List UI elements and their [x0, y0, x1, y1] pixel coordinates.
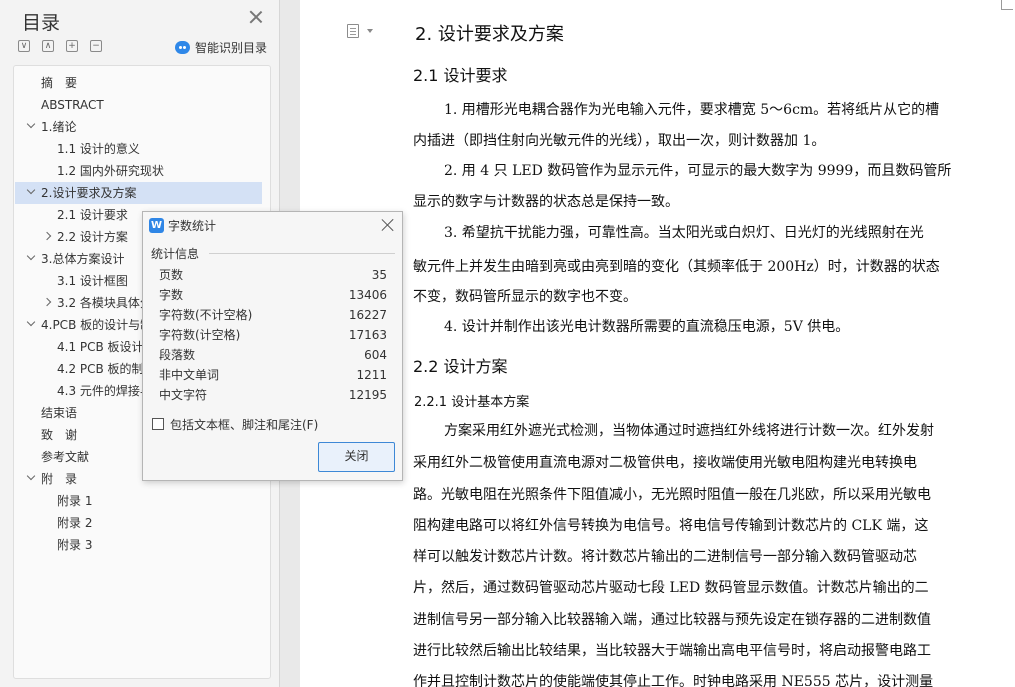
chevron-down-icon[interactable]: [26, 185, 36, 195]
stat-row: 字符数(计空格) 17163: [159, 325, 387, 345]
divider: [209, 253, 395, 254]
stat-row: 段落数 604: [159, 345, 387, 365]
robot-icon: [175, 41, 190, 54]
toc-title: 目录: [22, 12, 61, 34]
toc-item[interactable]: 1.绪论: [15, 116, 269, 138]
app-icon: W: [149, 218, 164, 233]
toc-item-label: 1.2 国内外研究现状: [57, 164, 164, 178]
stats-heading: 统计信息: [151, 247, 200, 261]
toc-item-label: 附录 2: [57, 516, 93, 530]
collapse-all-icon[interactable]: ∨: [18, 40, 30, 52]
stat-row: 中文字符 12195: [159, 385, 387, 405]
stat-row: 非中文单词 1211: [159, 365, 387, 385]
toc-item-label: 附录 3: [57, 538, 93, 552]
paragraph-line: 4. 设计并制作出该光电计数器所需要的直流稳压电源，5V 供电。: [444, 319, 850, 335]
paragraph-line: 样可以触发计数芯片计数。将计数芯片输出的二进制信号一部分输入数码管驱动芯: [413, 549, 917, 565]
chevron-right-icon[interactable]: [42, 231, 52, 241]
stat-label: 字符数(不计空格): [159, 308, 253, 322]
toc-item-label: ABSTRACT: [41, 98, 104, 112]
heading: 2.2 设计方案: [413, 357, 508, 376]
toc-item-label: 2.1 设计要求: [57, 208, 128, 222]
stat-value: 1211: [356, 368, 387, 382]
paragraph-line: 路。光敏电阻在光照条件下阻值减小，无光照时阻值一般在几兆欧，所以采用光敏电: [413, 487, 931, 503]
paragraph-line: 采用红外二极管使用直流电源对二极管供电，接收端使用光敏电阻构建光电转换电: [413, 455, 917, 471]
toc-item-label: 附录 1: [57, 494, 93, 508]
page-corner-mark: [1001, 0, 1013, 10]
stat-value: 17163: [348, 328, 387, 342]
add-heading-icon[interactable]: +: [66, 40, 78, 52]
stat-value: 604: [364, 348, 387, 362]
toc-item-label: 3.总体方案设计: [41, 252, 125, 266]
include-notes-label: 包括文本框、脚注和尾注(F): [170, 417, 319, 432]
toc-item-label: 4.1 PCB 板设计: [57, 340, 144, 354]
paragraph-line: 显示的数字与计数器的状态总是保持一致。: [413, 194, 679, 210]
toc-item-label: 2.2 设计方案: [57, 230, 128, 244]
chevron-down-icon[interactable]: [26, 251, 36, 261]
toc-item-label: 1.绪论: [41, 120, 77, 134]
paragraph-line: 进行比较然后输出比较结果，当比较器大于端输出高电平信号时，将启动报警电路工: [413, 643, 931, 659]
paragraph-line: 阻构建电路可以将红外信号转换为电信号。将电信号传输到计数芯片的 CLK 端，这: [413, 518, 929, 534]
paragraph-line: 1. 用槽形光电耦合器作为光电输入元件，要求槽宽 5～6cm。若将纸片从它的槽: [444, 102, 940, 118]
toc-item[interactable]: 2.设计要求及方案: [15, 182, 262, 204]
stat-label: 段落数: [159, 348, 196, 362]
smart-toc-label: 智能识别目录: [195, 41, 268, 55]
word-count-dialog: W 字数统计 统计信息 页数 35 字数 13406 字符数(不计空格) 16227 字符数…: [142, 211, 403, 481]
toc-item-label: 附 录: [41, 472, 78, 486]
toc-item[interactable]: 1.1 设计的意义: [15, 138, 269, 160]
chevron-down-icon[interactable]: [26, 317, 36, 327]
chevron-right-icon[interactable]: [42, 297, 52, 307]
stat-label: 字符数(计空格): [159, 328, 241, 342]
toc-item[interactable]: 附录 2: [15, 512, 269, 534]
document-icon[interactable]: [347, 24, 359, 38]
expand-all-icon[interactable]: ∧: [42, 40, 54, 52]
stat-label: 字数: [159, 288, 184, 302]
stat-label: 中文字符: [159, 388, 208, 402]
close-button[interactable]: 关闭: [318, 442, 395, 472]
stat-value: 12195: [348, 388, 387, 402]
dialog-title: 字数统计: [168, 219, 217, 233]
chevron-down-icon[interactable]: [26, 471, 36, 481]
paragraph-line: 2. 用 4 只 LED 数码管作为显示元件，可显示的最大数字为 9999，而且…: [444, 163, 952, 179]
close-icon[interactable]: [249, 10, 263, 24]
close-icon[interactable]: [381, 218, 395, 232]
smart-toc-button[interactable]: 智能识别目录: [175, 39, 267, 56]
chevron-down-icon[interactable]: [26, 119, 36, 129]
include-notes-checkbox[interactable]: [152, 418, 164, 430]
toc-item[interactable]: 摘 要: [15, 72, 269, 94]
paragraph-line: 片，然后，通过数码管驱动芯片驱动七段 LED 数码管显示数值。计数芯片输出的二: [413, 580, 929, 596]
heading: 2.1 设计要求: [413, 66, 508, 85]
stat-value: 35: [371, 268, 387, 282]
stat-row: 字数 13406: [159, 285, 387, 305]
heading: 2. 设计要求及方案: [415, 24, 564, 45]
paragraph-line: 3. 希望抗干扰能力强，可靠性高。当太阳光或白炽灯、日光灯的光线照射在光: [444, 225, 924, 241]
stat-row: 页数 35: [159, 265, 387, 285]
heading: 2.2.1 设计基本方案: [414, 395, 530, 410]
toc-item-label: 摘 要: [41, 76, 78, 90]
toc-item[interactable]: ABSTRACT: [15, 94, 269, 116]
paragraph-line: 方案采用红外遮光式检测，当物体通过时遮挡红外线将进行计数一次。红外发射: [444, 423, 934, 439]
toc-item-label: 2.设计要求及方案: [41, 186, 137, 200]
chevron-down-icon[interactable]: [367, 29, 373, 33]
toc-item[interactable]: 1.2 国内外研究现状: [15, 160, 269, 182]
toc-item-label: 4.2 PCB 板的制作: [57, 362, 156, 376]
toc-item-label: 结束语: [41, 406, 78, 420]
remove-heading-icon[interactable]: −: [90, 40, 102, 52]
toc-item-label: 参考文献: [41, 450, 90, 464]
toc-item-label: 致 谢: [41, 428, 78, 442]
toc-item[interactable]: 附录 1: [15, 490, 269, 512]
toc-item[interactable]: 附录 3: [15, 534, 269, 556]
paragraph-line: 进制信号另一部分输入比较器输入端，通过比较器与预先设定在锁存器的二进制数值: [413, 612, 931, 628]
toc-item-label: 3.1 设计框图: [57, 274, 128, 288]
paragraph-line: 内插进（即挡住射向光敏元件的光线），取出一次，则计数器加 1。: [413, 133, 826, 149]
stat-row: 字符数(不计空格) 16227: [159, 305, 387, 325]
paragraph-line: 敏元件上并发生由暗到亮或由亮到暗的变化（其频率低于 200Hz）时，计数器的状态: [413, 259, 940, 275]
paragraph-line: 不变，数码管所显示的数字也不变。: [413, 289, 637, 305]
stat-value: 16227: [348, 308, 387, 322]
stat-label: 页数: [159, 268, 184, 282]
stat-label: 非中文单词: [159, 368, 220, 382]
paragraph-line: 作并且控制计数芯片的使能端使其停止工作。时钟电路采用 NE555 芯片，设计测量: [413, 674, 934, 687]
include-notes-option[interactable]: 包括文本框、脚注和尾注(F): [152, 416, 318, 432]
toc-item-label: 1.1 设计的意义: [57, 142, 140, 156]
stat-value: 13406: [348, 288, 387, 302]
